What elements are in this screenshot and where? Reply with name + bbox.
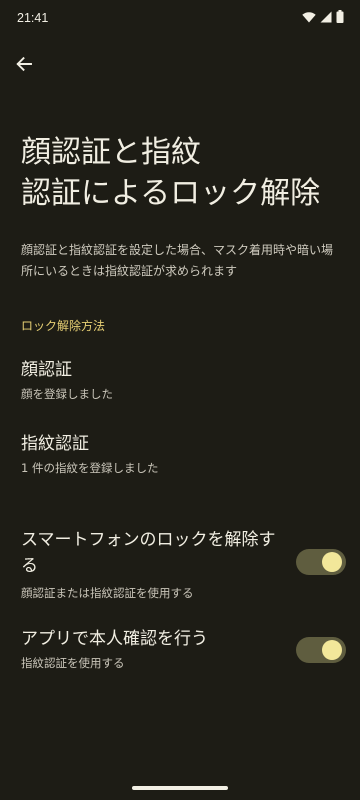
page-title: 顔認証と指紋 認証によるロック解除 — [21, 135, 321, 211]
app-verify-item[interactable]: アプリで本人確認を行う 指紋認証を使用する — [21, 627, 281, 671]
fingerprint-unlock-item[interactable]: 指紋認証 1 件の指紋を登録しました — [21, 432, 158, 476]
status-bar: 21:41 — [0, 0, 360, 38]
unlock-phone-summary: 顔認証または指紋認証を使用する — [21, 586, 194, 600]
app-verify-toggle[interactable] — [296, 637, 346, 663]
status-time: 21:41 — [17, 11, 49, 25]
face-unlock-title: 顔認証 — [21, 360, 72, 380]
fingerprint-unlock-summary: 1 件の指紋を登録しました — [21, 461, 159, 475]
toggle-knob — [322, 640, 342, 660]
face-unlock-item[interactable]: 顔認証 顔を登録しました — [21, 358, 113, 402]
back-button[interactable] — [8, 48, 40, 80]
wifi-icon — [302, 11, 316, 22]
unlock-phone-toggle[interactable] — [296, 549, 346, 575]
arrow-back-icon — [16, 56, 32, 72]
app-verify-summary: 指紋認証を使用する — [21, 656, 125, 670]
section-header-unlock-methods: ロック解除方法 — [21, 319, 106, 333]
signal-icon — [320, 11, 332, 22]
toggle-knob — [322, 552, 342, 572]
unlock-phone-item[interactable]: スマートフォンのロックを解除する 顔認証または指紋認証を使用する — [21, 527, 281, 601]
unlock-phone-title: スマートフォンのロックを解除する — [21, 530, 276, 576]
gesture-nav-handle[interactable] — [132, 786, 228, 790]
battery-icon — [336, 10, 344, 23]
fingerprint-unlock-title: 指紋認証 — [21, 434, 89, 454]
page-description: 顔認証と指紋認証を設定した場合、マスク着用時や暗い場所にいるときは指紋認証が求め… — [21, 243, 334, 278]
status-icons — [302, 10, 344, 23]
face-unlock-summary: 顔を登録しました — [21, 387, 113, 401]
app-verify-title: アプリで本人確認を行う — [21, 629, 208, 649]
